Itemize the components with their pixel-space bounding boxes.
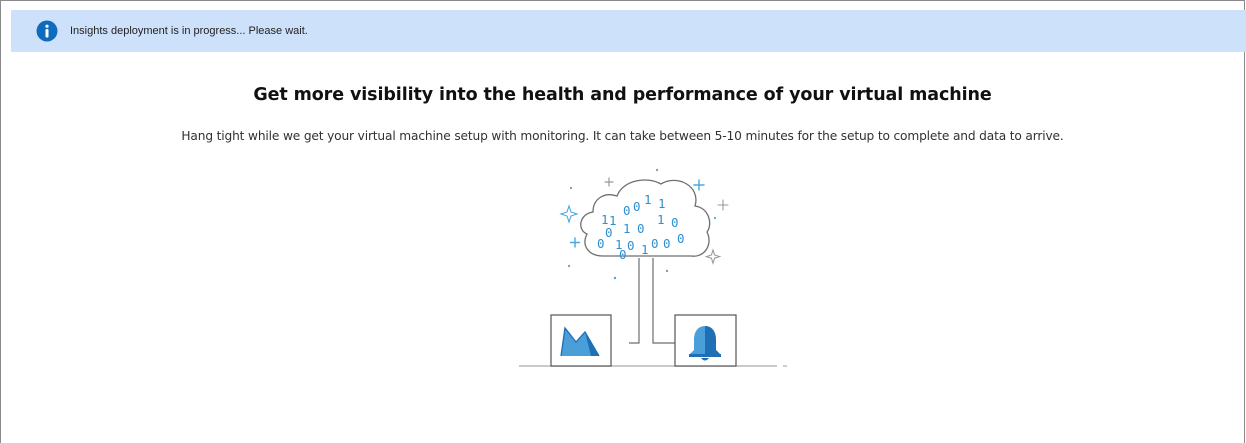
connector-right xyxy=(652,258,675,344)
area-chart-icon xyxy=(550,314,612,367)
cloud-digit: 1 xyxy=(623,221,631,236)
banner-message: Insights deployment is in progress... Pl… xyxy=(70,25,308,37)
cloud-digit: 1 xyxy=(644,192,652,207)
cloud-digit: 0 xyxy=(633,199,641,214)
cloud-digit: 0 xyxy=(623,203,631,218)
cloud-digit: 0 xyxy=(605,225,613,240)
page-headline: Get more visibility into the health and … xyxy=(253,85,992,105)
cloud-digit: 0 xyxy=(637,221,645,236)
cloud-digit: 0 xyxy=(663,236,671,251)
cloud-digit: 0 xyxy=(627,238,635,253)
page-description: Hang tight while we get your virtual mac… xyxy=(181,129,1064,143)
monitoring-illustration: 1 1 0 0 1 1 0 1 0 1 0 0 1 0 0 0 1 0 0 xyxy=(519,168,787,367)
cloud-digit: 1 xyxy=(658,196,666,211)
connector-left xyxy=(629,258,640,344)
cloud-digit: 0 xyxy=(651,236,659,251)
bell-icon xyxy=(674,314,737,367)
info-icon xyxy=(36,20,58,42)
cloud-digit: 0 xyxy=(677,231,685,246)
insights-pane: Insights deployment is in progress... Pl… xyxy=(0,0,1246,443)
deployment-status-banner: Insights deployment is in progress... Pl… xyxy=(11,10,1246,52)
cloud-digit: 1 xyxy=(657,212,665,227)
cloud-digit: 0 xyxy=(671,215,679,230)
cloud-digit: 0 xyxy=(619,247,627,262)
cloud-digit: 1 xyxy=(641,242,649,257)
cloud-digit: 0 xyxy=(597,236,605,251)
